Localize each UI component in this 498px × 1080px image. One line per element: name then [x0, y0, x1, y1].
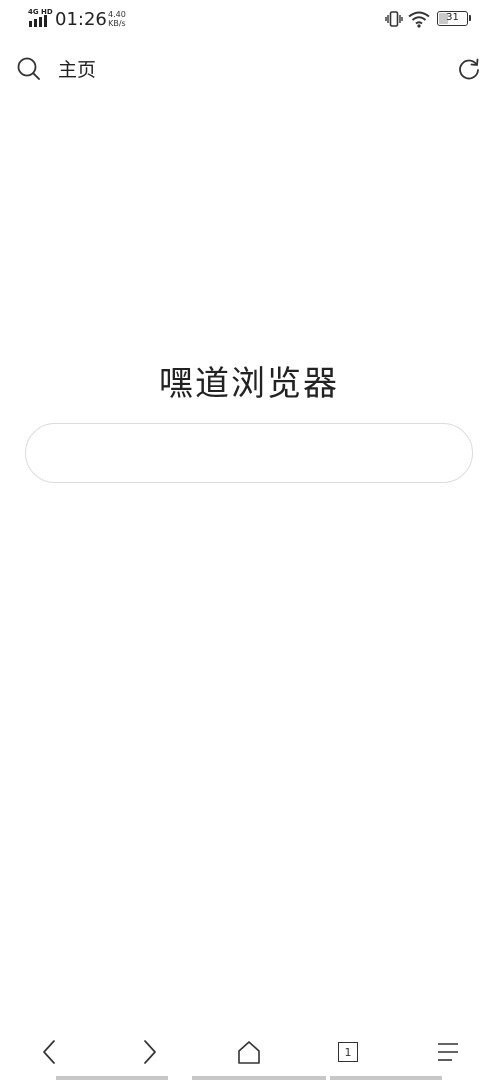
- search-button[interactable]: [14, 54, 44, 84]
- tabs-icon: 1: [338, 1042, 358, 1062]
- tab-count: 1: [338, 1042, 358, 1062]
- browser-screen: 4G HD 01:26 4.40 KB/s 31 主页 嘿道浏览器 1: [0, 0, 498, 1080]
- menu-button[interactable]: [428, 1036, 468, 1068]
- menu-icon: [438, 1043, 458, 1061]
- search-icon: [17, 57, 40, 80]
- vibrate-icon: [385, 11, 403, 27]
- gesture-bar-left: [56, 1076, 168, 1080]
- search-input[interactable]: [26, 424, 472, 482]
- home-button[interactable]: [229, 1036, 269, 1068]
- back-button[interactable]: [30, 1036, 70, 1068]
- status-bar: 4G HD 01:26 4.40 KB/s 31: [0, 0, 498, 40]
- tabs-button[interactable]: 1: [328, 1036, 368, 1068]
- battery-icon: 31: [437, 11, 471, 26]
- network-speed-unit: KB/s: [108, 19, 126, 28]
- battery-level-text: 31: [446, 12, 459, 23]
- wifi-icon: [408, 11, 430, 28]
- forward-icon: [144, 1040, 156, 1064]
- refresh-button[interactable]: [455, 54, 483, 84]
- signal-icon: [29, 15, 47, 27]
- browser-brand-title: 嘿道浏览器: [159, 364, 339, 404]
- refresh-icon: [459, 58, 479, 80]
- search-box[interactable]: [25, 423, 473, 483]
- home-icon: [238, 1041, 260, 1064]
- network-speed: 4.40 KB/s: [108, 10, 126, 28]
- back-icon: [43, 1040, 55, 1064]
- gesture-bar-right: [330, 1076, 442, 1080]
- page-title: 主页: [58, 59, 97, 81]
- bottom-toolbar: 1: [0, 1030, 498, 1074]
- forward-button[interactable]: [129, 1036, 169, 1068]
- network-speed-value: 4.40: [108, 10, 126, 19]
- browser-header: 主页: [0, 48, 498, 92]
- status-time: 01:26: [55, 9, 107, 30]
- gesture-bar-center: [192, 1076, 326, 1080]
